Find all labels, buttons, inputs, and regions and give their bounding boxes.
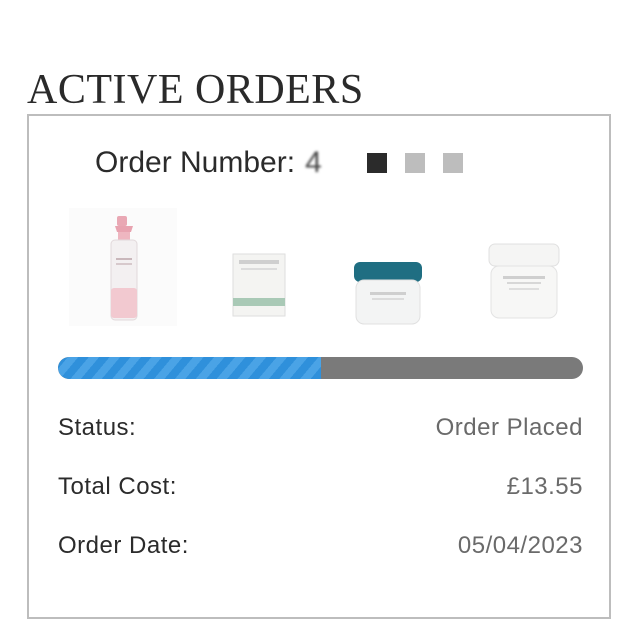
- total-cost-row: Total Cost: £13.55: [58, 473, 583, 501]
- order-date-label: Order Date:: [58, 532, 189, 559]
- order-number-value: 4: [305, 146, 323, 179]
- soap-bar-icon: [231, 252, 287, 318]
- redacted-block: [442, 153, 463, 173]
- order-progress-bar: [58, 357, 583, 379]
- order-date-value: 05/04/2023: [457, 532, 583, 559]
- status-value: Order Placed: [435, 414, 583, 441]
- order-number-label: Order Number:: [95, 146, 296, 179]
- order-card[interactable]: Order Number: 4 Status: Order Placed Tot…: [27, 114, 611, 619]
- redacted-block: [404, 153, 425, 173]
- cream-jar-teal-lid-icon: [350, 260, 426, 326]
- order-products: [67, 208, 587, 330]
- order-number-row: Order Number: 4: [95, 146, 463, 180]
- total-cost-label: Total Cost:: [58, 473, 177, 500]
- spray-bottle-icon: [69, 208, 177, 326]
- order-progress-fill: [58, 357, 321, 379]
- status-label: Status:: [58, 414, 137, 441]
- status-row: Status: Order Placed: [58, 414, 583, 442]
- redacted-block: [366, 153, 387, 173]
- page-title: ACTIVE ORDERS: [27, 67, 364, 114]
- total-cost-value: £13.55: [506, 473, 583, 500]
- cream-jar-white-icon: [485, 242, 563, 322]
- order-date-row: Order Date: 05/04/2023: [58, 532, 583, 560]
